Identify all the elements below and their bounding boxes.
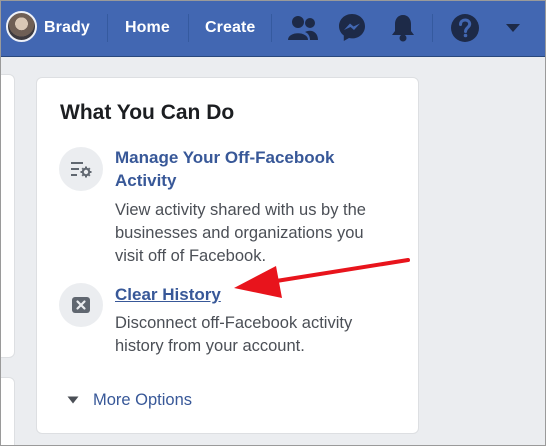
help-icon[interactable] (450, 13, 480, 43)
annotation-arrow-icon (234, 258, 410, 298)
nav-separator (188, 14, 189, 42)
manage-activity-icon-wrap (59, 147, 103, 191)
account-dropdown-icon[interactable] (505, 23, 521, 33)
home-label: Home (125, 19, 170, 36)
manage-off-facebook-activity-link[interactable]: Manage Your Off-Facebook Activity (115, 146, 334, 192)
left-panel-lower (0, 377, 15, 446)
link-line: Activity (115, 171, 177, 190)
clear-history-description: Disconnect off-Facebook activity history… (115, 312, 352, 358)
top-navigation-bar: Brady Home Create (0, 0, 546, 57)
messenger-icon[interactable] (338, 13, 366, 43)
more-options-button[interactable]: More Options (67, 388, 192, 412)
nav-separator (432, 14, 433, 42)
profile-link[interactable]: Brady (44, 0, 90, 56)
nav-separator (271, 14, 272, 42)
link-line: Manage Your Off-Facebook (115, 148, 335, 167)
desc-line: Disconnect off-Facebook activity (115, 314, 353, 332)
create-link[interactable]: Create (205, 0, 255, 56)
desc-line: businesses and organizations you (115, 224, 364, 242)
create-label: Create (205, 19, 256, 36)
settings-list-icon (71, 162, 92, 178)
clear-x-icon (72, 297, 90, 313)
caret-down-icon (67, 396, 79, 404)
user-avatar[interactable] (6, 11, 37, 42)
desc-line: history from your account. (115, 337, 305, 355)
clear-history-icon-wrap (59, 283, 103, 327)
more-options-label: More Options (93, 390, 193, 409)
home-link[interactable]: Home (125, 0, 170, 56)
profile-name: Brady (44, 19, 90, 36)
friends-icon[interactable] (287, 14, 319, 42)
card-title: What You Can Do (60, 101, 235, 124)
left-panel (0, 74, 15, 358)
clear-history-link[interactable]: Clear History (115, 283, 221, 306)
nav-separator (107, 14, 108, 42)
desc-line: View activity shared with us by the (115, 201, 366, 219)
notifications-bell-icon[interactable] (389, 13, 417, 43)
